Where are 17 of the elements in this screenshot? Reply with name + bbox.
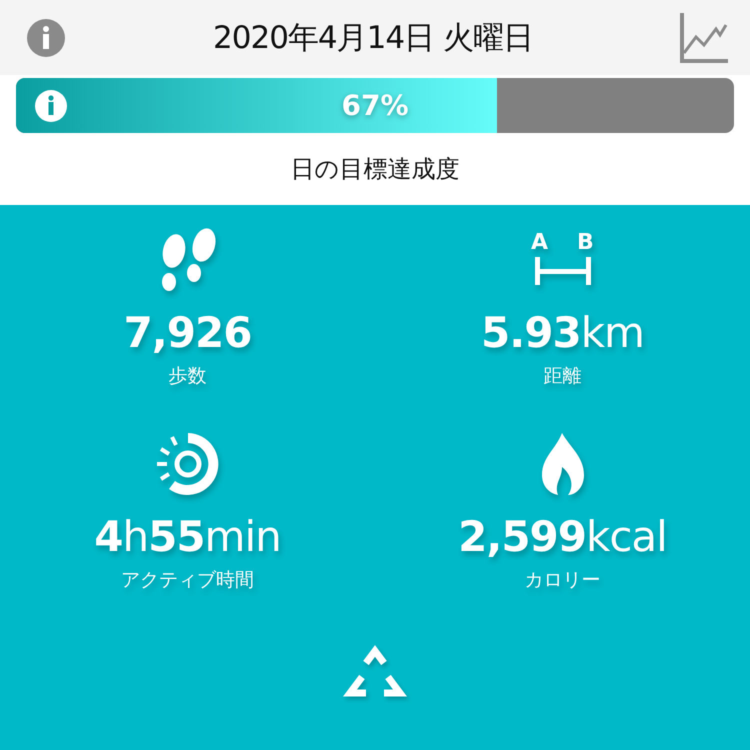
metric-value: 4h55min — [94, 511, 281, 563]
goal-label: 日の目標達成度 — [290, 154, 460, 185]
metric-label: 距離 — [544, 364, 582, 389]
metric-label: 歩数 — [168, 364, 206, 389]
line-chart-icon[interactable] — [680, 12, 728, 62]
metric-value: 2,599kcal — [458, 511, 667, 563]
progress-percentage: 67% — [341, 89, 409, 122]
metric-value: 5.93km — [481, 307, 644, 359]
info-icon[interactable] — [26, 18, 66, 58]
metric-label: アクティブ時間 — [121, 568, 254, 593]
activity-ring-icon — [154, 431, 220, 497]
triangle-arrows-icon[interactable] — [342, 643, 408, 699]
metric-value: 7,926 — [124, 307, 252, 359]
metric-label: カロリー — [524, 568, 600, 593]
flame-icon — [540, 431, 586, 497]
info-icon[interactable] — [34, 89, 68, 123]
date-title: 2020年4月14日 火曜日 — [213, 18, 533, 58]
